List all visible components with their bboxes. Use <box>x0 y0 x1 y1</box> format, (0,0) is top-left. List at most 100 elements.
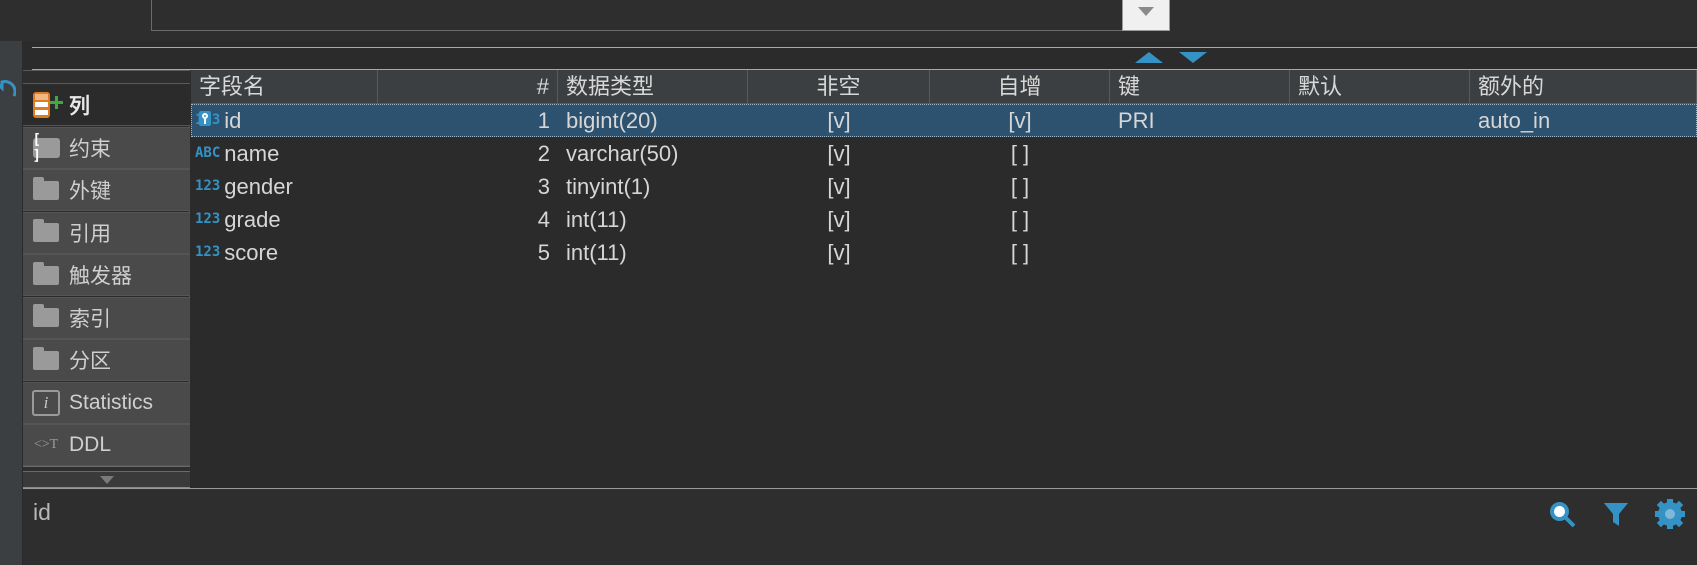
cell-auto_increment[interactable]: [v] <box>930 104 1110 137</box>
cell-default[interactable] <box>1290 137 1470 170</box>
cell-data_type[interactable]: int(11) <box>558 236 748 269</box>
sidebar-item-label: Statistics <box>69 390 154 414</box>
numeric-type-icon: 123 <box>195 211 221 227</box>
cell-auto_increment[interactable]: [ ] <box>930 170 1110 203</box>
cell-ordinal[interactable]: 3 <box>378 170 558 203</box>
cell-auto_increment[interactable]: [ ] <box>930 137 1110 170</box>
sidebar-header-strip <box>23 70 190 84</box>
cell-key[interactable] <box>1110 170 1290 203</box>
table-selector-combo[interactable] <box>151 0 1170 31</box>
sidebar-item-label: 触发器 <box>69 265 132 288</box>
cell-default[interactable] <box>1290 104 1470 137</box>
cell-field_name[interactable]: 123 grade <box>191 203 378 236</box>
cell-data_type[interactable]: int(11) <box>558 203 748 236</box>
cell-field_name[interactable]: 123id <box>191 104 378 137</box>
table-row[interactable]: 123 grade 4 int(11) [v][ ] <box>191 203 1697 236</box>
cell-default[interactable] <box>1290 236 1470 269</box>
grid-column-header-6[interactable]: 键 <box>1110 70 1290 103</box>
cell-key[interactable] <box>1110 137 1290 170</box>
sort-descending-arrow[interactable] <box>1179 52 1207 63</box>
table-row[interactable]: ABC name 2 varchar(50) [v][ ] <box>191 137 1697 170</box>
sidebar-item-4[interactable]: 引用 <box>23 211 190 254</box>
text-type-icon: ABC <box>195 145 221 161</box>
sidebar-expander-button[interactable] <box>23 472 190 488</box>
sidebar-item-2[interactable]: [ ] 约束 <box>23 126 190 169</box>
field-name-label: grade <box>224 207 281 232</box>
cell-not_null[interactable]: [v] <box>748 104 930 137</box>
grid-column-header-8[interactable]: 额外的 <box>1470 70 1697 103</box>
grid-column-header-3[interactable]: 数据类型 <box>558 70 748 103</box>
sidebar-item-6[interactable]: 索引 <box>23 296 190 339</box>
sidebar-item-3[interactable]: 外键 <box>23 169 190 211</box>
folder-icon <box>31 219 61 246</box>
sort-ascending-arrow[interactable] <box>1135 52 1163 63</box>
sort-arrow-group[interactable] <box>1135 50 1215 68</box>
cell-not_null[interactable]: [v] <box>748 170 930 203</box>
table-row[interactable]: 123id1bigint(20)[v][v]PRIauto_in <box>191 104 1697 137</box>
primary-key-icon <box>199 111 211 126</box>
table-row[interactable]: 123 gender 3 tinyint(1) [v][ ] <box>191 170 1697 203</box>
field-name-label: gender <box>224 174 293 199</box>
chevron-down-icon[interactable] <box>1122 0 1170 31</box>
cell-default[interactable] <box>1290 203 1470 236</box>
grid-column-header-4[interactable]: 非空 <box>748 70 930 103</box>
ddl-code-icon: <>T <box>33 437 59 452</box>
sidebar-item-label: 索引 <box>69 307 111 331</box>
field-name-label: id <box>224 108 242 133</box>
cell-extra[interactable] <box>1470 170 1697 203</box>
cell-not_null[interactable]: [v] <box>748 203 930 236</box>
cell-ordinal[interactable]: 2 <box>378 137 558 170</box>
sidebar-item-label: 列 <box>69 94 90 118</box>
grid-column-header-1[interactable]: 字段名 <box>191 70 378 103</box>
field-name-label: score <box>224 240 279 265</box>
filter-icon[interactable] <box>1601 499 1631 529</box>
search-icon[interactable] <box>1547 499 1577 529</box>
toolbar-divider-top <box>32 47 1697 48</box>
columns-icon <box>31 91 63 118</box>
folder-icon <box>31 261 61 288</box>
cell-default[interactable] <box>1290 170 1470 203</box>
cell-extra[interactable] <box>1470 236 1697 269</box>
sidebar-item-9[interactable]: <>T DDL <box>23 424 190 466</box>
cell-auto_increment[interactable]: [ ] <box>930 236 1110 269</box>
numeric-type-icon: 123 <box>195 244 221 260</box>
collapse-triangle-icon <box>99 475 114 484</box>
sidebar-item-8[interactable]: i Statistics <box>23 381 190 424</box>
cell-data_type[interactable]: varchar(50) <box>558 137 748 170</box>
cell-auto_increment[interactable]: [ ] <box>930 203 1110 236</box>
info-icon: i <box>31 389 61 416</box>
cell-field_name[interactable]: ABC name <box>191 137 378 170</box>
cell-field_name[interactable]: 123 gender <box>191 170 378 203</box>
cell-not_null[interactable]: [v] <box>748 236 930 269</box>
grid-column-header-7[interactable]: 默认 <box>1290 70 1470 103</box>
cell-extra[interactable]: auto_in <box>1470 104 1697 137</box>
cell-ordinal[interactable]: 4 <box>378 203 558 236</box>
sidebar-item-1[interactable]: 列 <box>23 84 190 126</box>
cell-data_type[interactable]: tinyint(1) <box>558 170 748 203</box>
field-name-label: name <box>224 141 280 166</box>
table-row[interactable]: 123 score 5 int(11) [v][ ] <box>191 236 1697 269</box>
numeric-type-icon: 123 <box>195 178 221 194</box>
sidebar-item-5[interactable]: 触发器 <box>23 254 190 296</box>
cell-key[interactable] <box>1110 236 1290 269</box>
cell-ordinal[interactable]: 5 <box>378 236 558 269</box>
cell-data_type[interactable]: bigint(20) <box>558 104 748 137</box>
cell-not_null[interactable]: [v] <box>748 137 930 170</box>
grid-column-header-5[interactable]: 自增 <box>930 70 1110 103</box>
settings-gear-icon[interactable] <box>1655 499 1685 529</box>
cell-extra[interactable] <box>1470 137 1697 170</box>
status-bar-icon-group <box>1547 499 1685 529</box>
cell-key[interactable]: PRI <box>1110 104 1290 137</box>
cell-ordinal[interactable]: 1 <box>378 104 558 137</box>
sidebar-item-label: 外键 <box>69 180 111 203</box>
sidebar-item-label: 引用 <box>69 222 111 246</box>
columns-grid: 字段名#数据类型非空自增键默认额外的 123id1bigint(20)[v][v… <box>191 70 1697 487</box>
folder-icon <box>31 176 61 203</box>
cell-field_name[interactable]: 123 score <box>191 236 378 269</box>
cell-key[interactable] <box>1110 203 1290 236</box>
refresh-arrow-icon <box>0 78 17 98</box>
cell-extra[interactable] <box>1470 203 1697 236</box>
grid-column-header-2[interactable]: # <box>378 70 558 103</box>
sidebar-item-label: 分区 <box>69 350 111 373</box>
sidebar-item-7[interactable]: 分区 <box>23 339 190 381</box>
